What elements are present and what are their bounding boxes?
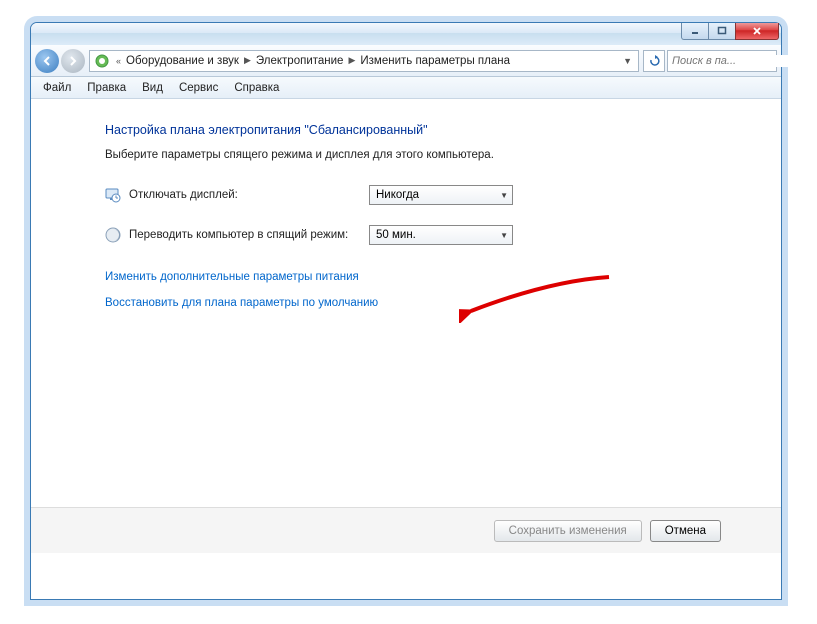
search-input[interactable] bbox=[667, 50, 777, 72]
navigation-bar: « Оборудование и звук ▶ Электропитание ▶… bbox=[31, 45, 781, 77]
menu-view[interactable]: Вид bbox=[134, 82, 171, 94]
chevron-down-icon[interactable]: ▼ bbox=[617, 56, 638, 66]
sleep-label: Переводить компьютер в спящий режим: bbox=[129, 229, 369, 241]
display-off-label: Отключать дисплей: bbox=[129, 189, 369, 201]
sleep-icon bbox=[105, 227, 121, 243]
menubar: Файл Правка Вид Сервис Справка bbox=[31, 77, 781, 99]
chevron-down-icon: ▼ bbox=[500, 191, 508, 200]
breadcrumb[interactable]: « Оборудование и звук ▶ Электропитание ▶… bbox=[89, 50, 639, 72]
forward-button[interactable] bbox=[61, 49, 85, 73]
close-button[interactable] bbox=[735, 23, 779, 40]
chevron-right-icon: ▶ bbox=[241, 55, 254, 66]
menu-help[interactable]: Справка bbox=[226, 82, 287, 94]
setting-sleep: Переводить компьютер в спящий режим: 50 … bbox=[105, 225, 709, 245]
maximize-button[interactable] bbox=[708, 23, 736, 40]
setting-display-off: Отключать дисплей: Никогда ▼ bbox=[105, 185, 709, 205]
explorer-window: « Оборудование и звук ▶ Электропитание ▶… bbox=[30, 22, 782, 600]
chevron-right-icon: ▶ bbox=[345, 55, 358, 66]
breadcrumb-overflow[interactable]: « bbox=[113, 56, 124, 66]
save-button[interactable]: Сохранить изменения bbox=[494, 520, 642, 542]
page-subtitle: Выберите параметры спящего режима и дисп… bbox=[105, 149, 709, 161]
page-title: Настройка плана электропитания "Сбаланси… bbox=[105, 123, 709, 137]
links: Изменить дополнительные параметры питани… bbox=[105, 271, 709, 309]
back-button[interactable] bbox=[35, 49, 59, 73]
monitor-icon bbox=[105, 187, 121, 203]
sleep-dropdown[interactable]: 50 мин. ▼ bbox=[369, 225, 513, 245]
menu-file[interactable]: Файл bbox=[35, 82, 79, 94]
display-off-dropdown[interactable]: Никогда ▼ bbox=[369, 185, 513, 205]
button-bar: Сохранить изменения Отмена bbox=[31, 507, 781, 553]
cancel-button[interactable]: Отмена bbox=[650, 520, 721, 542]
breadcrumb-item[interactable]: Оборудование и звук bbox=[124, 55, 241, 67]
chevron-down-icon: ▼ bbox=[500, 231, 508, 240]
menu-edit[interactable]: Правка bbox=[79, 82, 134, 94]
display-off-value: Никогда bbox=[376, 189, 419, 201]
breadcrumb-item[interactable]: Электропитание bbox=[254, 55, 346, 67]
minimize-button[interactable] bbox=[681, 23, 709, 40]
menu-tools[interactable]: Сервис bbox=[171, 82, 226, 94]
content-area: Настройка плана электропитания "Сбаланси… bbox=[31, 99, 781, 507]
titlebar bbox=[31, 23, 781, 45]
sleep-value: 50 мин. bbox=[376, 229, 416, 241]
control-panel-icon bbox=[94, 53, 110, 69]
breadcrumb-item[interactable]: Изменить параметры плана bbox=[358, 55, 512, 67]
restore-defaults-link[interactable]: Восстановить для плана параметры по умол… bbox=[105, 297, 709, 309]
search-field[interactable] bbox=[668, 55, 817, 67]
advanced-settings-link[interactable]: Изменить дополнительные параметры питани… bbox=[105, 271, 709, 283]
refresh-button[interactable] bbox=[643, 50, 665, 72]
